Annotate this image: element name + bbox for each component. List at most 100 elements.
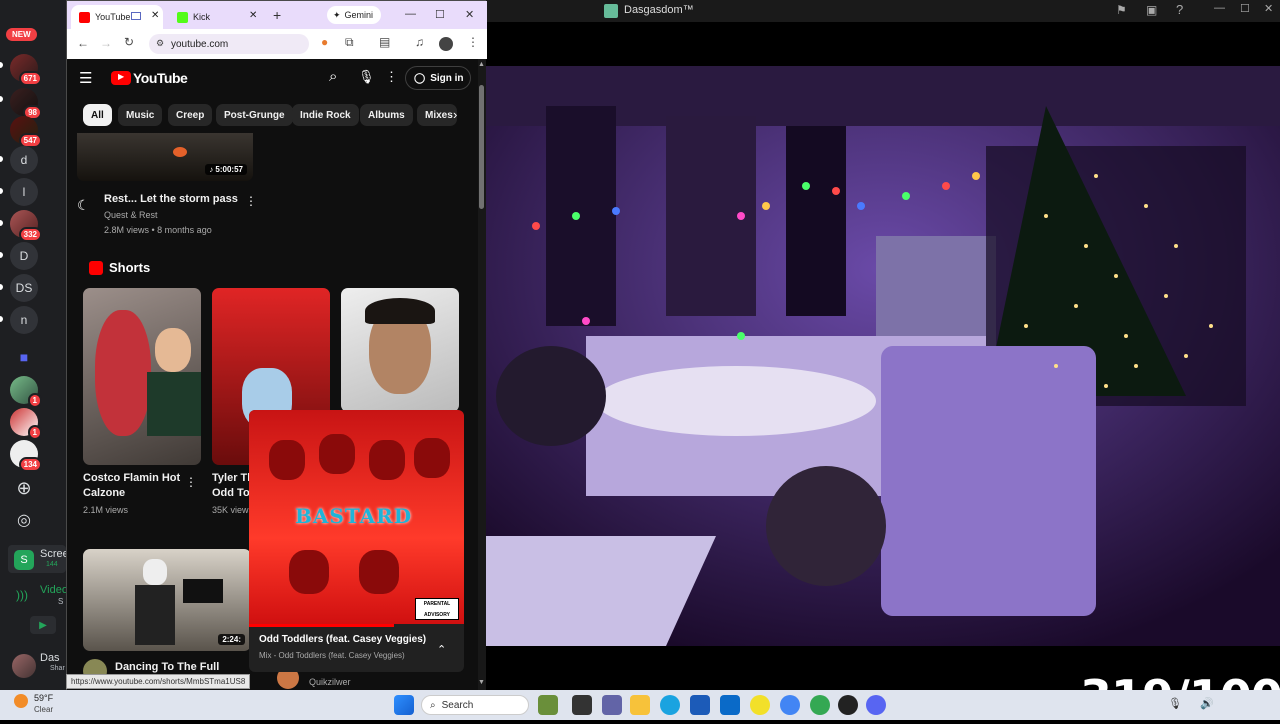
help-icon[interactable]: ? <box>1176 2 1183 17</box>
weather-icon[interactable] <box>14 694 28 708</box>
server-icon[interactable]: d <box>10 146 38 174</box>
video-title[interactable]: Rest... Let the storm pass <box>104 192 238 207</box>
stream-video[interactable] <box>486 66 1280 646</box>
short-menu-icon[interactable]: ⋮ <box>185 475 197 489</box>
youtube-logo-text[interactable]: YouTube <box>133 70 188 86</box>
media-controls-icon[interactable]: ♫ <box>415 35 424 49</box>
chip-creep[interactable]: Creep <box>168 104 213 126</box>
minimize-button[interactable]: — <box>405 8 416 20</box>
video-channel[interactable]: Quikzilwer <box>309 677 351 687</box>
profile-avatar[interactable] <box>439 37 453 51</box>
discord-icon[interactable] <box>866 695 886 715</box>
file-explorer-icon[interactable] <box>630 695 650 715</box>
chrome-menu-icon[interactable]: ⋮ <box>467 35 479 49</box>
chrome-profile-icon[interactable] <box>810 695 830 715</box>
sign-in-button[interactable]: ◯ Sign in <box>405 66 471 90</box>
video-thumbnail[interactable]: 2:24: <box>83 549 251 651</box>
server-icon[interactable]: D <box>10 242 38 270</box>
microphone-icon[interactable]: 🎙 <box>358 69 375 85</box>
weather-temp[interactable]: 59°F <box>34 693 53 703</box>
maximize-button[interactable]: ☐ <box>435 8 445 21</box>
add-server-icon[interactable]: ⊕ <box>10 474 38 502</box>
site-info-icon[interactable]: ⚙ <box>156 38 164 49</box>
new-tab-button[interactable]: + <box>273 7 281 23</box>
now-playing-title[interactable]: Odd Toddlers (feat. Casey Veggies) <box>259 634 426 645</box>
chip-music[interactable]: Music <box>118 104 163 126</box>
server-icon[interactable]: 547 <box>10 116 42 148</box>
outlook-icon[interactable] <box>720 695 740 715</box>
shorts-icon <box>89 261 103 275</box>
short-title[interactable]: Costco Flamin Hot Calzone <box>83 471 180 501</box>
address-bar[interactable]: ⚙ youtube.com <box>149 34 309 54</box>
widget-icon[interactable] <box>538 695 558 715</box>
close-icon[interactable]: ✕ <box>1264 2 1273 15</box>
cast-icon <box>131 12 141 20</box>
user-avatar[interactable] <box>12 654 36 678</box>
more-icon[interactable]: ⋮ <box>385 69 398 85</box>
folder-icon[interactable]: ■ <box>10 343 38 371</box>
flag-icon[interactable]: ⚑ <box>1116 3 1127 17</box>
search-icon[interactable]: ⌕ <box>329 68 337 85</box>
close-window-button[interactable]: ✕ <box>465 8 474 21</box>
chip-post-grunge[interactable]: Post-Grunge <box>216 104 293 126</box>
extensions-puzzle-icon[interactable]: ⧉ <box>345 35 354 50</box>
chip-indie-rock[interactable]: Indie Rock <box>292 104 359 126</box>
app-icon[interactable] <box>750 695 770 715</box>
server-icon[interactable]: 1 <box>10 408 42 440</box>
maximize-icon[interactable]: ☐ <box>1240 2 1250 15</box>
video-channel[interactable]: Quest & Rest <box>104 210 158 220</box>
chip-albums[interactable]: Albums <box>360 104 413 126</box>
server-icon[interactable]: DS <box>10 274 38 302</box>
reading-mode-icon[interactable]: ▤ <box>379 35 390 49</box>
close-tab-icon[interactable]: ✕ <box>151 10 159 21</box>
taskbar-search[interactable]: ⌕ Search <box>421 695 529 715</box>
chip-all[interactable]: All <box>83 104 112 126</box>
progress-bar[interactable] <box>249 624 394 627</box>
gemini-button[interactable]: ✦ Gemini <box>327 6 381 24</box>
server-icon[interactable]: l <box>10 178 38 206</box>
shorts-heading: Shorts <box>109 260 151 275</box>
expand-chevron-icon[interactable]: ⌃ <box>437 643 446 656</box>
scroll-up-icon[interactable]: ▲ <box>478 61 485 68</box>
reload-icon[interactable]: ↻ <box>124 35 134 49</box>
forward-icon[interactable]: → <box>100 36 112 50</box>
short-thumbnail[interactable] <box>83 288 201 465</box>
start-icon[interactable] <box>394 695 414 715</box>
menu-icon[interactable]: ☰ <box>79 69 92 87</box>
cast-icon[interactable]: ▣ <box>1146 3 1157 17</box>
minimize-icon[interactable]: — <box>1214 2 1225 14</box>
edge-icon[interactable] <box>660 695 680 715</box>
task-view-icon[interactable] <box>572 695 592 715</box>
mini-player[interactable]: BASTARD PARENTAL ADVISORY Odd Toddlers (… <box>249 410 464 672</box>
close-tab-icon[interactable]: ✕ <box>249 10 257 21</box>
chip-mixes[interactable]: Mixes <box>417 104 457 126</box>
app-icon[interactable] <box>838 695 858 715</box>
server-icon[interactable]: 1 <box>10 376 42 408</box>
server-icon[interactable]: 671 <box>10 54 42 86</box>
scrollbar-thumb[interactable] <box>479 85 484 209</box>
taskbar-search-label: Search <box>441 699 474 711</box>
extension-icon[interactable]: ● <box>321 35 328 49</box>
video-thumbnail[interactable]: ♪ 5:00:57 <box>77 133 253 181</box>
back-icon[interactable]: ← <box>77 36 89 50</box>
tab-youtube[interactable]: YouTube ✕ <box>71 5 163 29</box>
teams-icon[interactable] <box>602 695 622 715</box>
tab-kick[interactable]: Kick ✕ <box>169 5 261 29</box>
scroll-down-icon[interactable]: ▼ <box>478 679 485 686</box>
short-thumbnail[interactable] <box>341 288 459 412</box>
video-title[interactable]: Dancing To The Full <box>115 660 219 675</box>
server-icon[interactable]: 134 <box>10 440 42 472</box>
mention-badge: 1 <box>27 425 42 440</box>
camera-icon[interactable]: ▶ <box>30 616 56 634</box>
video-menu-icon[interactable]: ⋮ <box>245 194 257 208</box>
server-icon[interactable]: 332 <box>10 210 42 242</box>
volume-icon[interactable]: 🔊 <box>1200 697 1214 710</box>
server-icon[interactable]: n <box>10 306 38 334</box>
chrome-icon[interactable] <box>780 695 800 715</box>
explore-icon[interactable]: ◎ <box>10 506 38 534</box>
chevron-right-icon[interactable]: › <box>453 107 457 122</box>
microphone-tray-icon[interactable]: 🎙 <box>1168 697 1182 710</box>
server-icon[interactable]: 98 <box>10 88 42 120</box>
store-icon[interactable] <box>690 695 710 715</box>
channel-avatar[interactable]: ☾ <box>77 197 90 214</box>
